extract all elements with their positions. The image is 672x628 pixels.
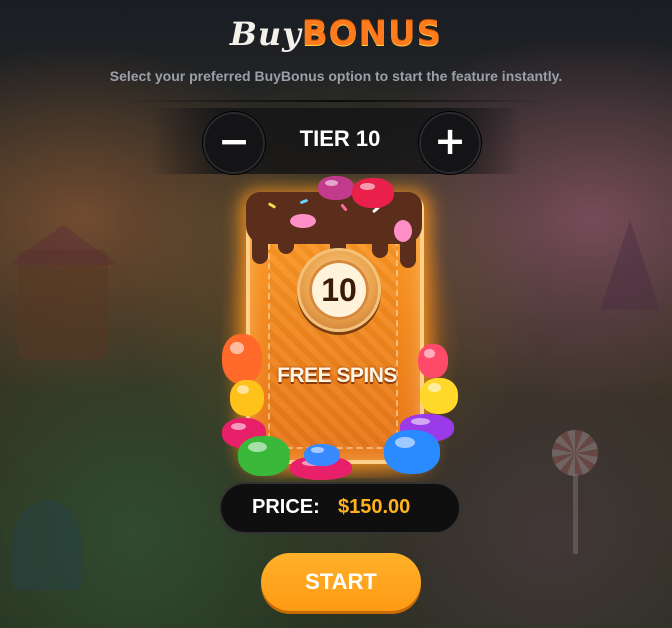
candy-gummy — [384, 430, 440, 474]
plus-icon: + — [434, 119, 466, 163]
candy-gummy — [230, 380, 264, 416]
spins-count: 10 — [321, 272, 357, 308]
chocolate-drip — [372, 232, 388, 258]
page-title: BuyBONUS — [0, 14, 672, 54]
price-value: $150.00 — [338, 496, 411, 518]
chocolate-drip — [278, 232, 294, 254]
title-buy: Buy — [229, 15, 302, 53]
title-bonus: BONUS — [301, 14, 443, 54]
tier-decrease-button[interactable]: − — [203, 112, 265, 174]
candy-gummy — [352, 178, 394, 208]
divider — [124, 100, 548, 102]
candy-gummy — [304, 444, 340, 466]
tier-increase-button[interactable]: + — [419, 112, 481, 174]
price-label: PRICE: — [252, 496, 320, 518]
pink-cream — [394, 220, 412, 242]
start-button[interactable]: START — [261, 553, 421, 611]
page-subtitle: Select your preferred BuyBonus option to… — [109, 68, 563, 84]
tier-label: TIER 10 — [299, 126, 381, 151]
candy-gummy — [238, 436, 290, 476]
candy-gummy — [418, 344, 448, 378]
candy-gummy — [420, 378, 458, 414]
chocolate-drip — [252, 230, 268, 264]
pink-cream — [290, 214, 316, 228]
candy-gummy-bear — [222, 334, 262, 384]
candy-gummy — [318, 176, 354, 200]
minus-icon: − — [218, 119, 250, 163]
free-spins-caption: FREE SPINS — [277, 364, 397, 387]
